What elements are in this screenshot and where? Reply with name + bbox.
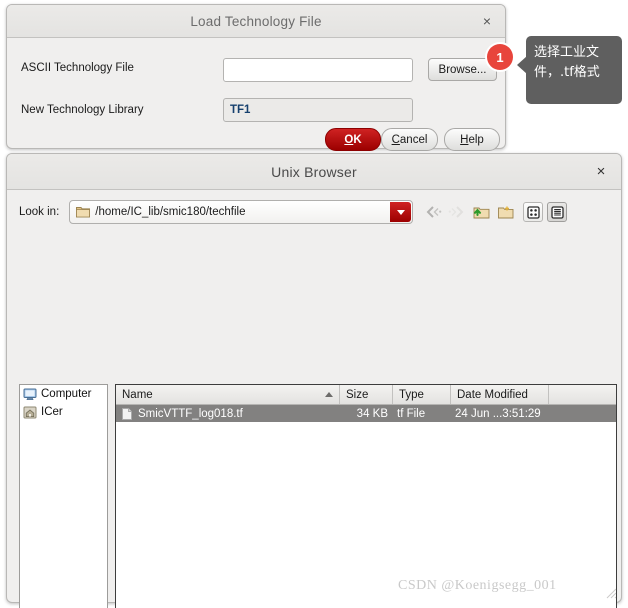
column-header-date-modified[interactable]: Date Modified bbox=[451, 385, 549, 404]
places-sidebar[interactable]: Computer ICer bbox=[19, 384, 108, 608]
table-row[interactable]: SmicVTTF_log018.tf 34 KB tf File 24 Jun … bbox=[116, 405, 616, 422]
file-type-cell: tf File bbox=[397, 407, 426, 420]
file-icon bbox=[122, 407, 132, 420]
close-icon[interactable]: × bbox=[479, 13, 495, 29]
file-list[interactable]: Name Size Type Date Modified SmicVTTF_lo… bbox=[115, 384, 617, 608]
ascii-technology-file-label: ASCII Technology File bbox=[21, 62, 134, 74]
detail-view-icon[interactable] bbox=[547, 202, 568, 222]
close-icon[interactable]: × bbox=[593, 163, 609, 180]
ascii-technology-file-row: ASCII Technology File bbox=[21, 62, 134, 74]
load-technology-file-dialog: Load Technology File × ASCII Technology … bbox=[6, 4, 506, 151]
file-size-cell: 34 KB bbox=[356, 407, 388, 420]
chevron-down-icon[interactable] bbox=[390, 202, 412, 222]
column-header-label: Name bbox=[122, 388, 153, 401]
callout-badge-1: 1 bbox=[487, 44, 513, 70]
file-date-cell: 24 Jun ...3:51:29 bbox=[455, 407, 541, 420]
file-name-text: SmicVTTF_log018.tf bbox=[138, 407, 243, 420]
browser-titlebar: Unix Browser × bbox=[7, 154, 621, 190]
folder-icon bbox=[76, 206, 91, 218]
cancel-button-label: Cancel bbox=[391, 133, 428, 146]
new-technology-library-label: New Technology Library bbox=[21, 104, 144, 116]
ok-button[interactable]: OK bbox=[325, 128, 381, 151]
ok-button-label: OK bbox=[344, 133, 362, 146]
look-in-path: /home/IC_lib/smic180/techfile bbox=[95, 206, 246, 218]
computer-icon bbox=[23, 388, 37, 401]
load-dialog-titlebar: Load Technology File × bbox=[7, 5, 505, 38]
column-header-label: Type bbox=[399, 388, 424, 401]
sort-ascending-icon bbox=[325, 392, 333, 397]
help-button[interactable]: Help bbox=[444, 128, 500, 151]
sidebar-item-label: ICer bbox=[41, 406, 63, 418]
file-name-cell: SmicVTTF_log018.tf bbox=[116, 408, 340, 420]
sidebar-item-computer[interactable]: Computer bbox=[20, 385, 107, 403]
help-button-label: Help bbox=[460, 133, 484, 146]
parent-folder-icon[interactable] bbox=[470, 201, 492, 223]
column-header-filler bbox=[549, 385, 616, 404]
column-header-label: Date Modified bbox=[457, 388, 528, 401]
browser-title: Unix Browser bbox=[271, 163, 357, 180]
sidebar-item-icer[interactable]: ICer bbox=[20, 403, 107, 421]
forward-icon bbox=[445, 201, 467, 223]
back-icon[interactable] bbox=[423, 201, 445, 223]
load-dialog-title: Load Technology File bbox=[190, 13, 322, 29]
column-header-size[interactable]: Size bbox=[340, 385, 393, 404]
cancel-button[interactable]: Cancel bbox=[381, 128, 438, 151]
home-icon bbox=[23, 406, 37, 419]
look-in-label: Look in: bbox=[19, 206, 60, 218]
unix-browser-dialog: Unix Browser × Look in: /home/IC_lib/smi… bbox=[6, 153, 622, 608]
new-technology-library-input[interactable]: TF1 bbox=[223, 98, 413, 122]
screen: Load Technology File × ASCII Technology … bbox=[0, 0, 628, 608]
new-folder-icon[interactable] bbox=[495, 201, 517, 223]
resize-grip[interactable] bbox=[605, 586, 617, 599]
browse-button[interactable]: Browse... bbox=[428, 58, 497, 81]
ascii-technology-file-input[interactable] bbox=[223, 58, 413, 82]
look-in-combobox[interactable]: /home/IC_lib/smic180/techfile bbox=[69, 200, 414, 224]
callout-tooltip: 选择工业文件，.tf格式 bbox=[517, 36, 622, 104]
column-header-type[interactable]: Type bbox=[393, 385, 451, 404]
column-header-name[interactable]: Name bbox=[116, 385, 340, 404]
column-header-label: Size bbox=[346, 388, 369, 401]
list-view-icon[interactable] bbox=[523, 202, 544, 222]
new-technology-library-row: New Technology Library bbox=[21, 104, 144, 116]
file-list-header: Name Size Type Date Modified bbox=[116, 385, 616, 405]
sidebar-item-label: Computer bbox=[41, 388, 92, 400]
look-in-row: Look in: /home/IC_lib/smic180/techfile bbox=[19, 200, 568, 224]
